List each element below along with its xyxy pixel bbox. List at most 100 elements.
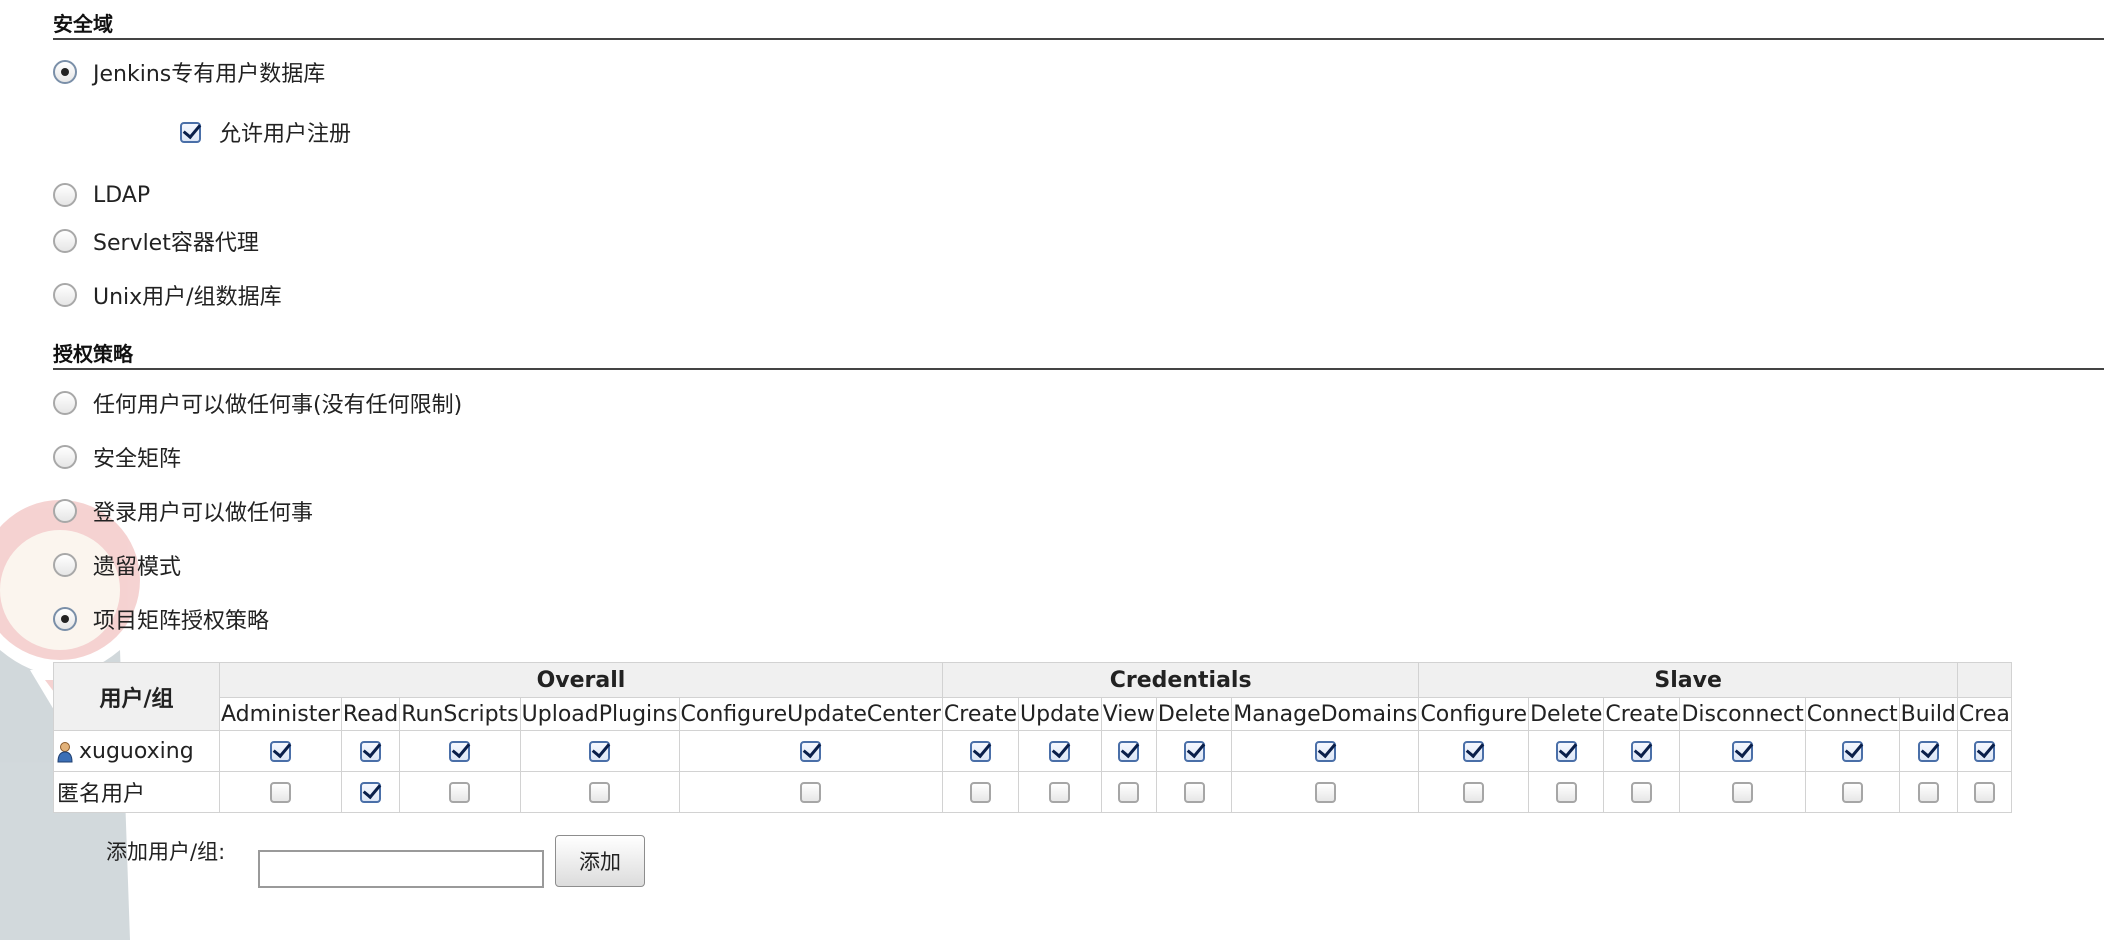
- perm-read: Read: [340, 697, 401, 731]
- matrix-cell: [219, 771, 342, 813]
- permission-checkbox[interactable]: [1732, 782, 1754, 803]
- permission-checkbox[interactable]: [1631, 741, 1653, 762]
- security-realm-title: 安全域: [53, 12, 113, 36]
- matrix-cell: [1898, 730, 1958, 772]
- radio-unix[interactable]: [53, 283, 77, 307]
- permission-checkbox[interactable]: [1183, 741, 1205, 762]
- matrix-row-name: xuguoxing: [53, 730, 220, 772]
- auth-option-anyone[interactable]: 任何用户可以做任何事(没有任何限制): [53, 386, 462, 420]
- permission-checkbox[interactable]: [360, 782, 382, 803]
- perm-upload-plugins: UploadPlugins: [519, 697, 680, 731]
- matrix-cell: [1804, 730, 1900, 772]
- perm-next-create: Crea: [1956, 697, 2012, 731]
- add-user-input[interactable]: [258, 850, 544, 888]
- matrix-cell: [678, 730, 943, 772]
- perm-slave-disconnect: Disconnect: [1679, 697, 1806, 731]
- permission-checkbox[interactable]: [1555, 782, 1577, 803]
- add-user-label: 添加用户/组:: [106, 840, 226, 864]
- matrix-cell: [678, 771, 943, 813]
- permission-checkbox[interactable]: [969, 741, 991, 762]
- add-user-button[interactable]: 添加: [555, 835, 645, 887]
- permission-checkbox[interactable]: [1917, 782, 1939, 803]
- permission-checkbox[interactable]: [1973, 782, 1995, 803]
- permission-checkbox[interactable]: [1841, 782, 1863, 803]
- auth-option-matrix[interactable]: 安全矩阵: [53, 440, 181, 474]
- permission-checkbox[interactable]: [1118, 782, 1140, 803]
- matrix-cell: [340, 771, 401, 813]
- matrix-cell: [1100, 730, 1157, 772]
- matrix-cell: [1018, 771, 1102, 813]
- realm-option-servlet[interactable]: Servlet容器代理: [53, 224, 259, 258]
- matrix-cell: [941, 771, 1020, 813]
- matrix-cell: [941, 730, 1020, 772]
- permission-checkbox[interactable]: [1631, 782, 1653, 803]
- matrix-cell: [1679, 771, 1806, 813]
- permission-checkbox[interactable]: [969, 782, 991, 803]
- group-credentials: Credentials: [941, 662, 1420, 698]
- permission-checkbox[interactable]: [1917, 741, 1939, 762]
- auth-option-logged-in[interactable]: 登录用户可以做任何事: [53, 494, 313, 528]
- radio-ldap[interactable]: [53, 183, 77, 207]
- matrix-cell: [1155, 771, 1233, 813]
- permission-checkbox[interactable]: [1118, 741, 1140, 762]
- auth-option-project-matrix[interactable]: 项目矩阵授权策略: [53, 602, 269, 636]
- matrix-row-label: 匿名用户: [57, 782, 146, 807]
- permission-checkbox[interactable]: [1973, 741, 1995, 762]
- perm-slave-build: Build: [1898, 697, 1958, 731]
- permission-checkbox[interactable]: [449, 782, 471, 803]
- realm-option-ldap[interactable]: LDAP: [53, 178, 150, 212]
- permission-checkbox[interactable]: [360, 741, 382, 762]
- group-overall: Overall: [219, 662, 943, 698]
- matrix-cell: [340, 730, 401, 772]
- allow-signup-option[interactable]: 允许用户注册: [180, 115, 351, 149]
- permission-checkbox[interactable]: [1183, 782, 1205, 803]
- permission-checkbox[interactable]: [1049, 782, 1071, 803]
- permission-checkbox[interactable]: [800, 782, 822, 803]
- radio-servlet[interactable]: [53, 229, 77, 253]
- perm-credentials-create: Create: [941, 697, 1020, 731]
- permission-checkbox[interactable]: [800, 741, 822, 762]
- auth-option-label: 项目矩阵授权策略: [93, 609, 270, 634]
- matrix-cell: [1155, 730, 1233, 772]
- permission-checkbox[interactable]: [1463, 782, 1485, 803]
- radio-anyone[interactable]: [53, 391, 77, 415]
- permission-checkbox[interactable]: [1049, 741, 1071, 762]
- permission-checkbox[interactable]: [269, 782, 291, 803]
- permission-checkbox[interactable]: [269, 741, 291, 762]
- permission-checkbox[interactable]: [589, 782, 611, 803]
- perm-administer: Administer: [219, 697, 342, 731]
- matrix-cell: [1528, 771, 1605, 813]
- permission-checkbox[interactable]: [1555, 741, 1577, 762]
- radio-matrix[interactable]: [53, 445, 77, 469]
- auth-option-legacy[interactable]: 遗留模式: [53, 548, 181, 582]
- radio-logged-in[interactable]: [53, 499, 77, 523]
- realm-option-unix[interactable]: Unix用户/组数据库: [53, 278, 282, 312]
- perm-credentials-update: Update: [1018, 697, 1102, 731]
- auth-option-label: 登录用户可以做任何事: [93, 501, 314, 526]
- matrix-cell: [399, 730, 521, 772]
- permission-checkbox[interactable]: [1732, 741, 1754, 762]
- realm-option-label: Unix用户/组数据库: [93, 285, 282, 310]
- radio-project-matrix[interactable]: [53, 607, 77, 631]
- permission-checkbox[interactable]: [589, 741, 611, 762]
- authorization-title: 授权策略: [53, 342, 133, 366]
- allow-signup-checkbox[interactable]: [180, 121, 201, 143]
- radio-legacy[interactable]: [53, 553, 77, 577]
- perm-credentials-view: View: [1100, 697, 1157, 731]
- security-realm-header: 安全域: [53, 12, 2104, 40]
- radio-jenkins-db[interactable]: [53, 60, 77, 84]
- perm-run-scripts: RunScripts: [399, 697, 521, 731]
- matrix-row: 匿名用户: [53, 771, 2012, 813]
- realm-option-jenkins-db[interactable]: Jenkins专有用户数据库: [53, 55, 325, 89]
- permission-checkbox[interactable]: [1314, 741, 1336, 762]
- permission-checkbox[interactable]: [1841, 741, 1863, 762]
- realm-option-label: Jenkins专有用户数据库: [93, 62, 326, 87]
- matrix-cell: [1956, 771, 2012, 813]
- permission-checkbox[interactable]: [449, 741, 471, 762]
- group-next: [1956, 662, 2012, 698]
- permission-checkbox[interactable]: [1314, 782, 1336, 803]
- permission-checkbox[interactable]: [1463, 741, 1485, 762]
- perm-slave-connect: Connect: [1804, 697, 1900, 731]
- auth-option-label: 任何用户可以做任何事(没有任何限制): [93, 393, 463, 418]
- matrix-cell: [519, 730, 680, 772]
